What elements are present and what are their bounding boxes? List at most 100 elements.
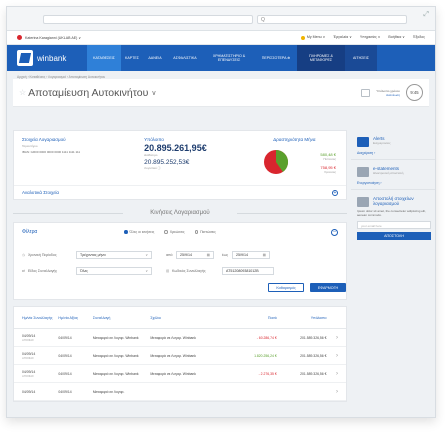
breadcrumb[interactable]: Αρχική › Καταθέσεις › Λογαριασμοί › Αποτ… — [7, 71, 435, 79]
document-icon — [357, 167, 369, 177]
account-summary-card: Στοιχεία Λογαριασμού Ταμιευτήριο IBAN: G… — [13, 130, 347, 200]
account-details-toggle[interactable]: Αναλυτικά Στοιχεία + — [14, 185, 346, 199]
estatements-activate-link[interactable]: Ενεργοποίηση › — [357, 181, 431, 185]
radio-credits-label: Πιστώσεις — [200, 230, 216, 234]
radio-debits-label: Χρεώσεις — [169, 230, 185, 234]
row-transaction: Μεταφορά σε Λογαρ. Winbank — [92, 335, 139, 340]
email-field[interactable]: your email here — [357, 221, 431, 229]
chevron-down-icon: ∨ — [145, 269, 148, 273]
row-tx-date-sub: ΑΠΟΦΑΣ — [22, 337, 34, 342]
period-label: Χρονική Περίοδος — [28, 253, 57, 257]
nav-loans[interactable]: ΔΑΝΕΙΑ — [143, 45, 167, 71]
calendar-icon[interactable]: ▦ — [207, 253, 210, 257]
table-row[interactable]: 04/09/14 04/09/14 Μεταφορά σε Λογαρ. › — [14, 383, 346, 401]
row-value-date: 04/09/14 — [58, 353, 72, 358]
session-timer-label: Υπόλοιπο χρόνου Ανανέωση — [376, 89, 400, 97]
winbank-logo-icon — [17, 50, 33, 66]
radio-all-dot — [124, 230, 128, 234]
page-header: ☆ Αποταμίευση Αυτοκινήτου ∨ Υπόλοιπο χρό… — [13, 79, 429, 107]
available-balance: 20.895.261,95€ — [144, 143, 207, 153]
ledger-balance-caption: Λογιστικό ⓘ — [144, 166, 161, 170]
row-chevron-right-icon[interactable]: › — [327, 371, 338, 377]
header-transaction[interactable]: Συναλλαγή — [93, 316, 150, 320]
radio-debits[interactable]: Χρεώσεις — [164, 230, 185, 234]
row-chevron-right-icon[interactable]: › — [327, 389, 338, 395]
to-date-field[interactable]: 25/9/14 ▦ — [232, 251, 270, 259]
header-value-date[interactable]: Ημ/νία Αξίας — [58, 316, 92, 320]
calendar-icon[interactable]: ▦ — [263, 253, 266, 257]
nav-deposits[interactable]: ΚΑΤΑΘΕΣΕΙΣ — [87, 45, 121, 71]
user-flag-icon — [17, 35, 22, 40]
alerts-manage-link[interactable]: Διαχείριση › — [357, 151, 431, 155]
header-balance[interactable]: Υπόλοιπο — [277, 316, 327, 320]
row-balance: 201.589.326,56 € — [300, 353, 327, 358]
nav-applications[interactable]: ΑΙΤΗΣΕΙΣ — [345, 45, 377, 71]
address-bar[interactable] — [43, 15, 253, 24]
row-chevron-right-icon[interactable]: › — [327, 353, 338, 359]
row-value-date: 04/09/14 — [58, 335, 72, 340]
resize-icon[interactable]: ⤢ — [423, 11, 429, 19]
radio-credits-dot — [194, 230, 199, 234]
account-iban: IBAN: GR00 0000 0000 0000 1111 1111 111 — [22, 150, 81, 154]
nav-stocks[interactable]: ΧΡΗΜΑΤΙΣΤΗΡΙΟ & ΕΠΕΝΔΥΣΕΙΣ — [203, 45, 255, 71]
row-comment: Μεταφορά σε Λογαρ. Winbank — [150, 371, 196, 376]
row-comment: Μεταφορά σε Λογαρ. Winbank — [150, 353, 196, 358]
table-row[interactable]: 04/09/14 ΑΠΟΦΑΣ 04/09/14 Μεταφορά σε Λογαρ.… — [14, 329, 346, 347]
table-row[interactable]: 04/09/14 ΑΠΟΦΑΣ 04/09/14 Μεταφορά σε Λογαρ.… — [14, 365, 346, 383]
chevron-down-icon: ∨ — [145, 253, 148, 257]
session-renew-link[interactable]: Ανανέωση — [386, 93, 400, 97]
user-menu[interactable]: Katerina Karagianni (UKLAB AE) ∨ — [25, 36, 81, 40]
row-chevron-right-icon[interactable]: › — [327, 335, 338, 341]
services-link[interactable]: Υπηρεσίες ∨ — [360, 35, 381, 39]
nav-more[interactable]: ΠΕΡΙΣΣΟΤΕΡΑ ⊕ — [255, 45, 297, 71]
logout-link[interactable]: Έξοδος — [413, 35, 425, 39]
sidebar: Alerts Ενημερώσεις Διαχείριση › e-statem… — [351, 130, 435, 244]
radio-credits[interactable]: Πιστώσεις — [194, 230, 216, 234]
row-tx-date-sub: ΑΠΟΦΑΣ — [22, 355, 34, 360]
browser-search[interactable]: Q — [257, 15, 407, 24]
table-row[interactable]: 04/09/14 ΑΠΟΦΑΣ 04/09/14 Μεταφορά σε Λογαρ.… — [14, 347, 346, 365]
apply-filters-button[interactable]: ΕΦΑΡΜΟΓΗ — [310, 283, 346, 292]
transactions-section-title: Κινήσεις Λογαριασμού — [13, 210, 347, 216]
type-select[interactable]: Όλες ∨ — [76, 267, 152, 275]
my-menu-icon — [300, 35, 305, 40]
nav-cards[interactable]: ΚΑΡΤΕΣ — [121, 45, 143, 71]
main-content: Στοιχεία Λογαριασμού Ταμιευτήριο IBAN: G… — [13, 130, 347, 402]
row-comment: Μεταφορά σε Λογαρ. Winbank — [150, 335, 196, 340]
user-bar: Katerina Karagianni (UKLAB AE) ∨ My Menu… — [7, 31, 435, 45]
expand-plus-icon[interactable]: + — [332, 189, 338, 196]
nav-insurance[interactable]: ΑΣΦΑΛΙΣΤΙΚΑ — [167, 45, 203, 71]
header-tx-date[interactable]: Ημ/νία Συναλλαγής — [22, 316, 58, 320]
nav-payments[interactable]: ΠΛΗΡΩΜΕΣ & ΜΕΤΑΦΟΡΕΣ — [297, 45, 345, 71]
balance-label: Υπόλοιπο — [144, 137, 164, 142]
account-info-title: Στοιχεία Λογαριασμού — [22, 137, 66, 142]
estatements-widget: e-statements Ηλεκτρονική αποστολή Ενεργο… — [351, 160, 435, 190]
row-transaction: Μεταφορά σε Λογαρ. Winbank — [92, 371, 139, 376]
transaction-type-radios: Όλες οι κινήσεις Χρεώσεις Πιστώσεις — [124, 230, 216, 234]
type-select-value: Όλες — [80, 269, 88, 273]
header-comment[interactable]: Σχόλιο — [150, 316, 234, 320]
period-row: ◷ Χρονική Περίοδος Τρέχοντας μήνα ∨ από 2… — [22, 251, 270, 259]
winbank-logo[interactable]: winbank — [17, 45, 87, 71]
clear-filters-button[interactable]: Καθαρισμός — [268, 283, 304, 292]
code-field[interactable]: AT5120809381012B — [222, 267, 274, 275]
from-date-field[interactable]: 25/9/14 ▦ — [176, 251, 214, 259]
favorite-star-icon[interactable]: ☆ — [19, 88, 26, 97]
radio-all[interactable]: Όλες οι κινήσεις — [124, 230, 154, 234]
from-label: από — [166, 253, 173, 257]
print-icon[interactable] — [361, 88, 371, 97]
transactions-table: Ημ/νία Συναλλαγής Ημ/νία Αξίας Συναλλαγή… — [13, 306, 347, 402]
help-link[interactable]: Βοήθεια ∨ — [388, 35, 405, 39]
account-type: Ταμιευτήριο — [22, 144, 38, 148]
collapse-filters-icon[interactable]: − — [331, 229, 338, 236]
row-tx-date: 04/09/14 ΑΠΟΦΑΣ — [22, 370, 58, 378]
header-amount[interactable]: Ποσό — [235, 316, 277, 320]
send-button[interactable]: ΑΠΟΣΤΟΛΗ — [357, 232, 431, 240]
row-value-date: 04/09/14 — [58, 389, 72, 394]
period-select[interactable]: Τρέχοντας μήνα ∨ — [76, 251, 152, 259]
to-date-value: 25/9/14 — [236, 253, 248, 257]
account-switch-chevron-icon[interactable]: ∨ — [151, 89, 156, 97]
type-label: Είδος Συναλλαγής — [28, 269, 58, 273]
my-menu-link[interactable]: My Menu ∨ — [300, 35, 325, 40]
tools-link[interactable]: Έργαλεία ∨ — [333, 35, 352, 39]
